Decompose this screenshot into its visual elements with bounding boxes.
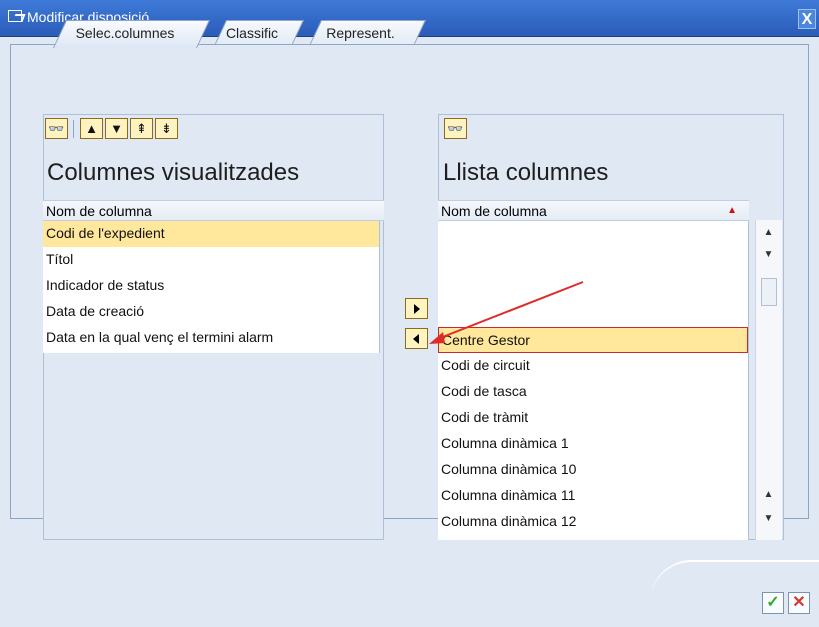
right-column-header[interactable]: Nom de columna ▲ [438,200,749,221]
list-item[interactable]: Data en la qual venç el termini alarm [43,325,379,351]
dialog-footer [0,590,819,627]
scroll-up-icon[interactable]: ▲ [759,486,778,504]
move-top-icon[interactable]: ⇞ [130,118,153,139]
column-list-title: Llista columnes [443,159,609,186]
red-arrow-line [439,281,584,339]
displayed-columns-title: Columnes visualitzades [47,159,300,186]
move-bottom-icon[interactable]: ⇟ [155,118,178,139]
list-item[interactable]: Columna dinàmica 1 [438,431,748,457]
scroll-down-icon[interactable]: ▼ [759,510,778,528]
list-item[interactable]: Codi de l'expedient [43,221,379,247]
list-item[interactable]: Indicador de status [43,273,379,299]
list-item[interactable]: Data de creació [43,299,379,325]
list-item[interactable]: Codi de tràmit [438,405,748,431]
list-item[interactable]: Columna dinàmica 12 [438,509,748,535]
list-item[interactable]: Columna dinàmica 11 [438,483,748,509]
binoculars-icon[interactable]: 👓 [45,118,68,139]
confirm-button[interactable]: ✓ [762,592,784,614]
binoculars-icon[interactable]: 👓 [444,118,467,139]
vertical-scrollbar[interactable]: ▲ ▼ ▲ ▼ [755,220,782,540]
move-up-icon[interactable]: ▲ [80,118,103,139]
available-columns-list: Centre Gestor Codi de circuit Codi de ta… [438,221,749,540]
sort-indicator-icon: ▲ [727,205,737,216]
red-arrow-head-icon [429,332,445,344]
cancel-button[interactable]: ✕ [788,592,810,614]
edit-window-icon [8,10,22,22]
close-button[interactable]: X [798,9,816,29]
list-item[interactable]: Codi de tasca [438,379,748,405]
displayed-columns-list: Codi de l'expedient Títol Indicador de s… [43,221,380,353]
tab-selec-columnes[interactable]: Selec.columnes [53,20,211,48]
left-column-header[interactable]: Nom de columna [43,200,384,221]
toolbar-separator [73,120,74,138]
list-item[interactable]: Columna dinàmica 10 [438,457,748,483]
list-item[interactable]: Títol [43,247,379,273]
scroll-down-icon[interactable]: ▼ [759,246,778,264]
list-item[interactable]: Codi de circuit [438,353,748,379]
scroll-thumb[interactable] [761,278,777,306]
scroll-up-icon[interactable]: ▲ [759,224,778,242]
red-arrow-annotation [429,281,584,344]
move-down-icon[interactable]: ▼ [105,118,128,139]
